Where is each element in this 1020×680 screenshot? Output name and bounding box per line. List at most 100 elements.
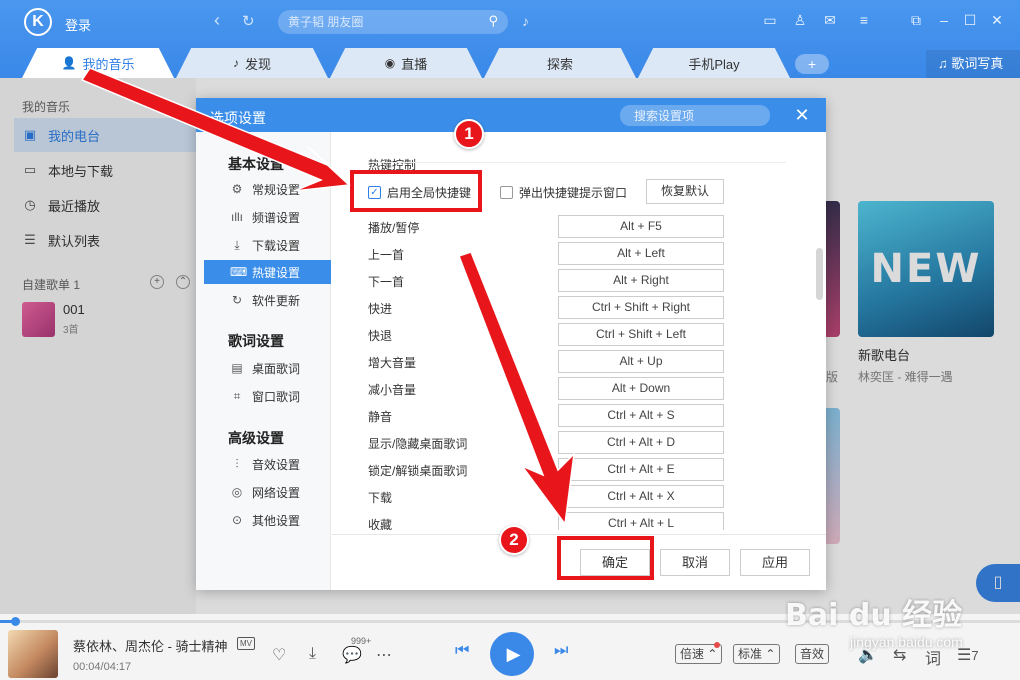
hotkey-label: 增大音量 bbox=[368, 356, 417, 370]
download-icon[interactable]: ⤓ bbox=[309, 645, 316, 663]
skin-icon[interactable]: ♙ bbox=[791, 12, 809, 29]
hotkey-input[interactable]: Alt + Down bbox=[558, 377, 724, 400]
notification-dot bbox=[714, 642, 720, 648]
sidebar-item-general[interactable]: ⚙ 常规设置 bbox=[204, 177, 331, 201]
hotkey-input[interactable]: Alt + Left bbox=[558, 242, 724, 265]
baidu-watermark: Bai du 经验 bbox=[785, 598, 963, 633]
options-dialog: 选项设置 ✕ 基本设置 ⚙常规设置 ıllı频谱设置 ⤓下载设置 ⌨热键设置 ↻… bbox=[196, 98, 826, 590]
tab-explore[interactable]: 探索 bbox=[484, 48, 636, 78]
hotkey-input[interactable]: Alt + F5 bbox=[558, 215, 724, 238]
main-tabs: 👤 我的音乐 ♪ 发现 ◉ 直播 探索 手机Play bbox=[22, 48, 792, 78]
song-title[interactable]: 蔡依林、周杰伦 - 骑士精神 bbox=[73, 636, 228, 655]
live-icon: ◉ bbox=[384, 56, 396, 70]
sidebar-item-sound-effect[interactable]: ⫶ 音效设置 bbox=[204, 452, 331, 476]
apply-button[interactable]: 应用 bbox=[740, 549, 810, 576]
download-icon: ⤓ bbox=[234, 237, 240, 252]
sidebar-item-hotkey[interactable]: ⌨ 热键设置 bbox=[204, 260, 331, 284]
lyrics-photo-button[interactable]: ♫ 歌词写真 bbox=[926, 50, 1020, 78]
search-box: ⚲ bbox=[278, 10, 508, 34]
checkbox-unchecked[interactable] bbox=[500, 186, 513, 199]
maximize-icon[interactable]: ☐ bbox=[961, 12, 979, 29]
globe-icon: ◎ bbox=[231, 485, 243, 499]
hotkey-input[interactable]: Ctrl + Alt + S bbox=[558, 404, 724, 427]
settings-sidebar: 基本设置 ⚙ 常规设置 ıllı 频谱设置 ⤓ 下载设置 ⌨ 热键设置 ↻ 软件更新 歌词… bbox=[196, 132, 331, 590]
scrollbar-thumb[interactable] bbox=[816, 248, 823, 300]
hotkey-label: 收藏 bbox=[368, 518, 393, 530]
settings-search-input[interactable] bbox=[620, 105, 770, 126]
hotkey-input[interactable]: Ctrl + Alt + X bbox=[558, 485, 724, 508]
hotkey-input[interactable]: Alt + Up bbox=[558, 350, 724, 373]
sidebar-item-other[interactable]: ⊙ 其他设置 bbox=[204, 508, 331, 532]
tab-live[interactable]: ◉ 直播 bbox=[330, 48, 482, 78]
dialog-header: 选项设置 ✕ bbox=[196, 98, 826, 132]
hotkey-input[interactable]: Ctrl + Shift + Left bbox=[558, 323, 724, 346]
dialog-title: 选项设置 bbox=[210, 110, 266, 126]
back-icon[interactable]: ‹ bbox=[214, 10, 220, 31]
sidebar-header-basic: 基本设置 bbox=[228, 156, 284, 172]
mini-mode-icon[interactable]: ▭ bbox=[761, 12, 779, 29]
equalizer-icon: ⫶ bbox=[235, 456, 239, 471]
quality-button[interactable]: 标准 ⌃ bbox=[733, 644, 781, 664]
more-icon[interactable]: ⋯ bbox=[376, 645, 392, 665]
previous-icon[interactable]: ⏮ bbox=[455, 642, 469, 660]
play-button[interactable]: ▶ bbox=[490, 632, 534, 676]
minimize-icon[interactable]: – bbox=[935, 12, 953, 28]
section-divider bbox=[368, 162, 786, 163]
sound-effect-button[interactable]: 音效 bbox=[795, 644, 830, 664]
app-logo[interactable]: K bbox=[24, 8, 52, 36]
sidebar-item-spectrum[interactable]: ıllı 频谱设置 bbox=[204, 205, 331, 229]
restore-default-button[interactable]: 恢复默认 bbox=[646, 179, 724, 204]
close-icon[interactable]: ✕ bbox=[988, 12, 1006, 29]
restore-icon[interactable]: ⧉ bbox=[907, 12, 925, 29]
search-icon[interactable]: ⚲ bbox=[488, 13, 498, 29]
keyboard-icon: ⌨ bbox=[230, 265, 248, 279]
spectrum-icon: ıllı bbox=[231, 210, 243, 224]
next-icon[interactable]: ⏭ bbox=[554, 642, 568, 660]
sidebar-item-download[interactable]: ⤓ 下载设置 bbox=[204, 233, 331, 257]
highlight-box-ok bbox=[557, 536, 654, 580]
update-icon: ↻ bbox=[231, 293, 243, 307]
hotkey-label: 播放/暂停 bbox=[368, 221, 420, 235]
lyrics-icon: ♫ bbox=[938, 56, 952, 71]
step-badge-1: 1 bbox=[454, 119, 484, 149]
hotkey-input[interactable]: Ctrl + Alt + E bbox=[558, 458, 724, 481]
hotkey-label: 显示/隐藏桌面歌词 bbox=[368, 437, 468, 451]
desktop-lyrics-icon: ▤ bbox=[231, 361, 243, 375]
hotkey-input[interactable]: Alt + Right bbox=[558, 269, 724, 292]
hotkey-label: 静音 bbox=[368, 410, 393, 424]
album-cover[interactable] bbox=[8, 630, 58, 678]
popup-hint-checkbox[interactable]: 弹出快捷键提示窗口 bbox=[500, 184, 627, 201]
heart-icon[interactable]: ♡ bbox=[272, 645, 286, 665]
login-link[interactable]: 登录 bbox=[65, 15, 91, 34]
hotkey-label: 快退 bbox=[368, 329, 393, 343]
hotkey-input[interactable]: Ctrl + Shift + Right bbox=[558, 296, 724, 319]
tab-mobile-play[interactable]: 手机Play bbox=[638, 48, 790, 78]
cancel-button[interactable]: 取消 bbox=[660, 549, 730, 576]
more-icon: ⊙ bbox=[231, 513, 243, 527]
menu-icon[interactable]: ≡ bbox=[855, 12, 873, 28]
step-badge-2: 2 bbox=[499, 525, 529, 555]
comment-count: 999+ bbox=[351, 636, 372, 646]
sidebar-item-network[interactable]: ◎ 网络设置 bbox=[204, 480, 331, 504]
hotkey-label: 快进 bbox=[368, 302, 393, 316]
hotkey-input[interactable]: Ctrl + Alt + L bbox=[558, 512, 724, 530]
tab-discover[interactable]: ♪ 发现 bbox=[176, 48, 328, 78]
add-tab-button[interactable]: + bbox=[795, 54, 829, 74]
comment-icon[interactable]: 💬 bbox=[342, 645, 362, 665]
hotkey-input[interactable]: Ctrl + Alt + D bbox=[558, 431, 724, 454]
search-input[interactable] bbox=[278, 10, 468, 34]
sidebar-item-desktop-lyrics[interactable]: ▤ 桌面歌词 bbox=[204, 356, 331, 380]
sidebar-item-window-lyrics[interactable]: ⌗ 窗口歌词 bbox=[204, 384, 331, 408]
watermark-url: jingyan.baidu.com bbox=[850, 634, 963, 650]
tab-my-music[interactable]: 👤 我的音乐 bbox=[22, 48, 174, 78]
mv-icon[interactable]: MV bbox=[237, 637, 255, 650]
voice-search-icon[interactable]: ♪ bbox=[522, 13, 529, 29]
hotkey-label: 上一首 bbox=[368, 248, 405, 262]
refresh-icon[interactable]: ↻ bbox=[242, 12, 255, 30]
title-bar: K 登录 ‹ ↻ ⚲ ♪ ▭ ♙ ✉ ≡ ⧉ – ☐ ✕ 👤我的音乐 ♪发现 ◉… bbox=[0, 0, 1020, 78]
dialog-close-icon[interactable]: ✕ bbox=[794, 105, 810, 126]
mail-icon[interactable]: ✉ bbox=[821, 12, 839, 29]
music-note-icon: ♪ bbox=[232, 56, 239, 70]
sidebar-item-update[interactable]: ↻ 软件更新 bbox=[204, 288, 331, 312]
hotkey-label: 减小音量 bbox=[368, 383, 417, 397]
